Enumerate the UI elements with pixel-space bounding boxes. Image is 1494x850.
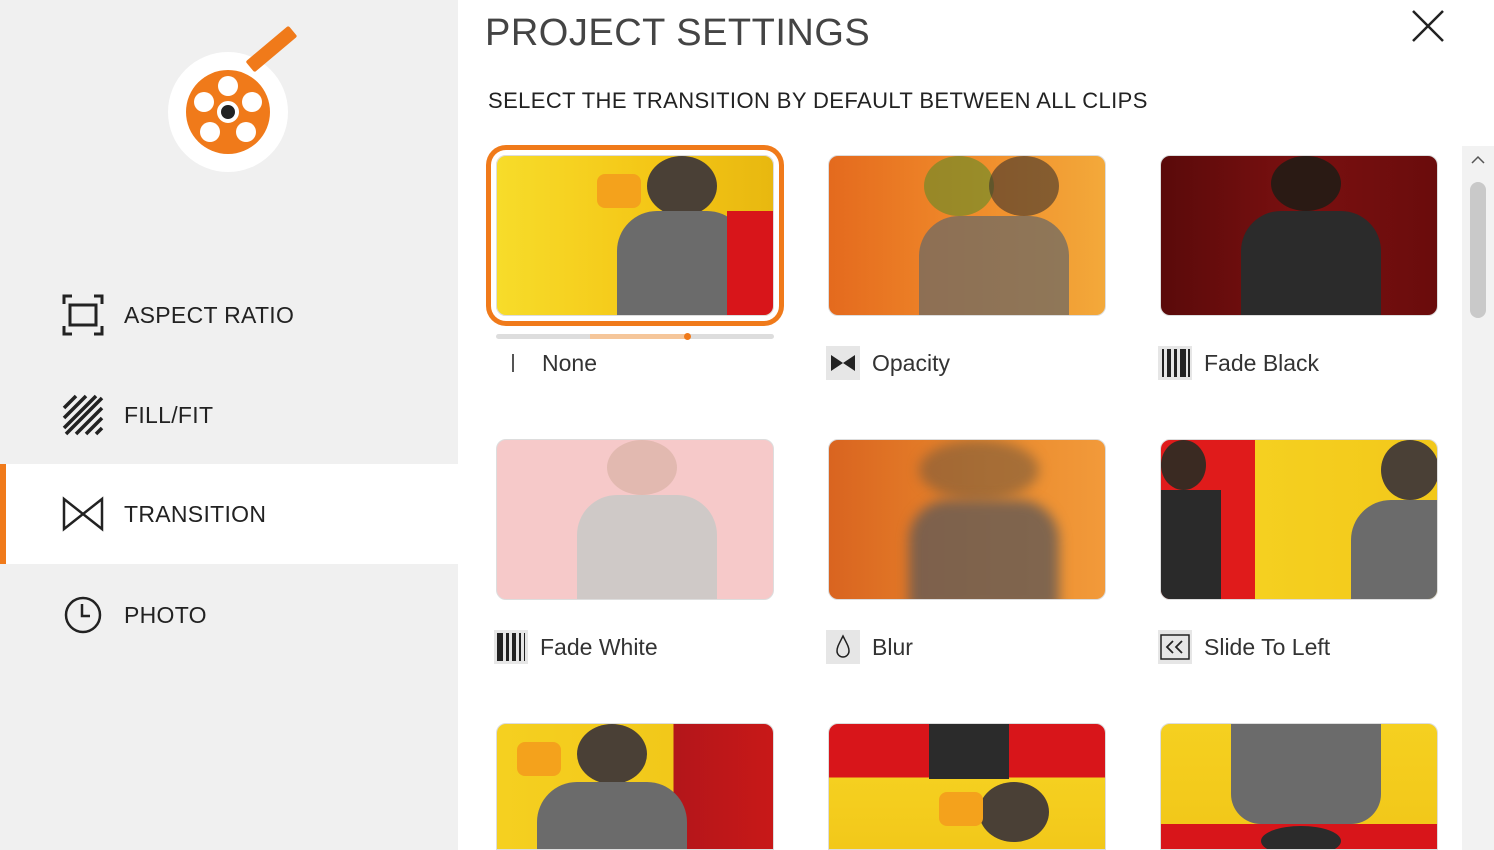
scrollbar-thumb[interactable]: [1470, 182, 1486, 318]
preview-progress: [496, 333, 774, 340]
sidebar-item-label: ASPECT RATIO: [124, 301, 295, 328]
transition-thumbnail-blur[interactable]: [828, 439, 1106, 600]
transition-name: None: [542, 349, 597, 376]
page-title: PROJECT SETTINGS: [485, 12, 871, 54]
fade-white-icon: [494, 630, 528, 664]
transition-label-fade-black[interactable]: Fade Black: [1158, 346, 1319, 380]
transition-thumbnail-row3-1[interactable]: [496, 723, 774, 850]
transition-label-opacity[interactable]: Opacity: [826, 346, 950, 380]
transition-thumbnail-row3-3[interactable]: [1160, 723, 1438, 850]
transition-name: Fade Black: [1204, 349, 1320, 376]
clock-icon: [62, 594, 104, 636]
sidebar-item-transition[interactable]: TRANSITION: [0, 464, 458, 564]
transition-name: Blur: [872, 633, 913, 660]
sidebar-item-aspect-ratio[interactable]: ASPECT RATIO: [0, 265, 458, 365]
slide-left-icon: [1158, 630, 1192, 664]
scrollbar[interactable]: [1462, 146, 1494, 850]
none-icon: [496, 346, 530, 380]
sidebar-item-label: TRANSITION: [124, 500, 267, 527]
opacity-icon: [826, 346, 860, 380]
chevron-up-icon[interactable]: [1470, 152, 1486, 168]
aspect-ratio-icon: [62, 294, 104, 336]
transition-name: Fade White: [540, 633, 658, 660]
transition-label-fade-white[interactable]: Fade White: [494, 630, 658, 664]
transition-thumbnail-fade-white[interactable]: [496, 439, 774, 600]
transition-thumbnail-row3-2[interactable]: [828, 723, 1106, 850]
transition-icon: [62, 493, 104, 535]
transition-name: Slide To Left: [1204, 633, 1331, 660]
fade-black-icon: [1158, 346, 1192, 380]
blur-drop-icon: [826, 630, 860, 664]
sidebar-item-photo[interactable]: PHOTO: [0, 565, 458, 665]
transition-label-blur[interactable]: Blur: [826, 630, 913, 664]
sidebar-item-fill-fit[interactable]: FILL/FIT: [0, 365, 458, 465]
transition-thumbnail-opacity[interactable]: [828, 155, 1106, 316]
close-button[interactable]: [1410, 8, 1446, 44]
pencil-icon: [245, 25, 298, 73]
page-subtitle: SELECT THE TRANSITION BY DEFAULT BETWEEN…: [488, 88, 1148, 113]
transition-thumbnail-slide-to-left[interactable]: [1160, 439, 1438, 600]
sidebar-item-label: PHOTO: [124, 601, 207, 628]
app-logo: [168, 25, 298, 172]
transition-name: Opacity: [872, 349, 950, 376]
film-reel-icon: [186, 70, 270, 154]
close-icon: [1412, 10, 1444, 42]
sidebar: ASPECT RATIO FILL/FIT TRANSITION PHOTO: [0, 0, 458, 850]
transition-thumbnail-fade-black[interactable]: [1160, 155, 1438, 316]
fill-fit-icon: [62, 394, 104, 436]
transition-thumbnail-none[interactable]: [496, 155, 774, 316]
sidebar-item-label: FILL/FIT: [124, 401, 214, 428]
transition-label-none[interactable]: None: [496, 346, 597, 380]
transition-label-slide-to-left[interactable]: Slide To Left: [1158, 630, 1330, 664]
